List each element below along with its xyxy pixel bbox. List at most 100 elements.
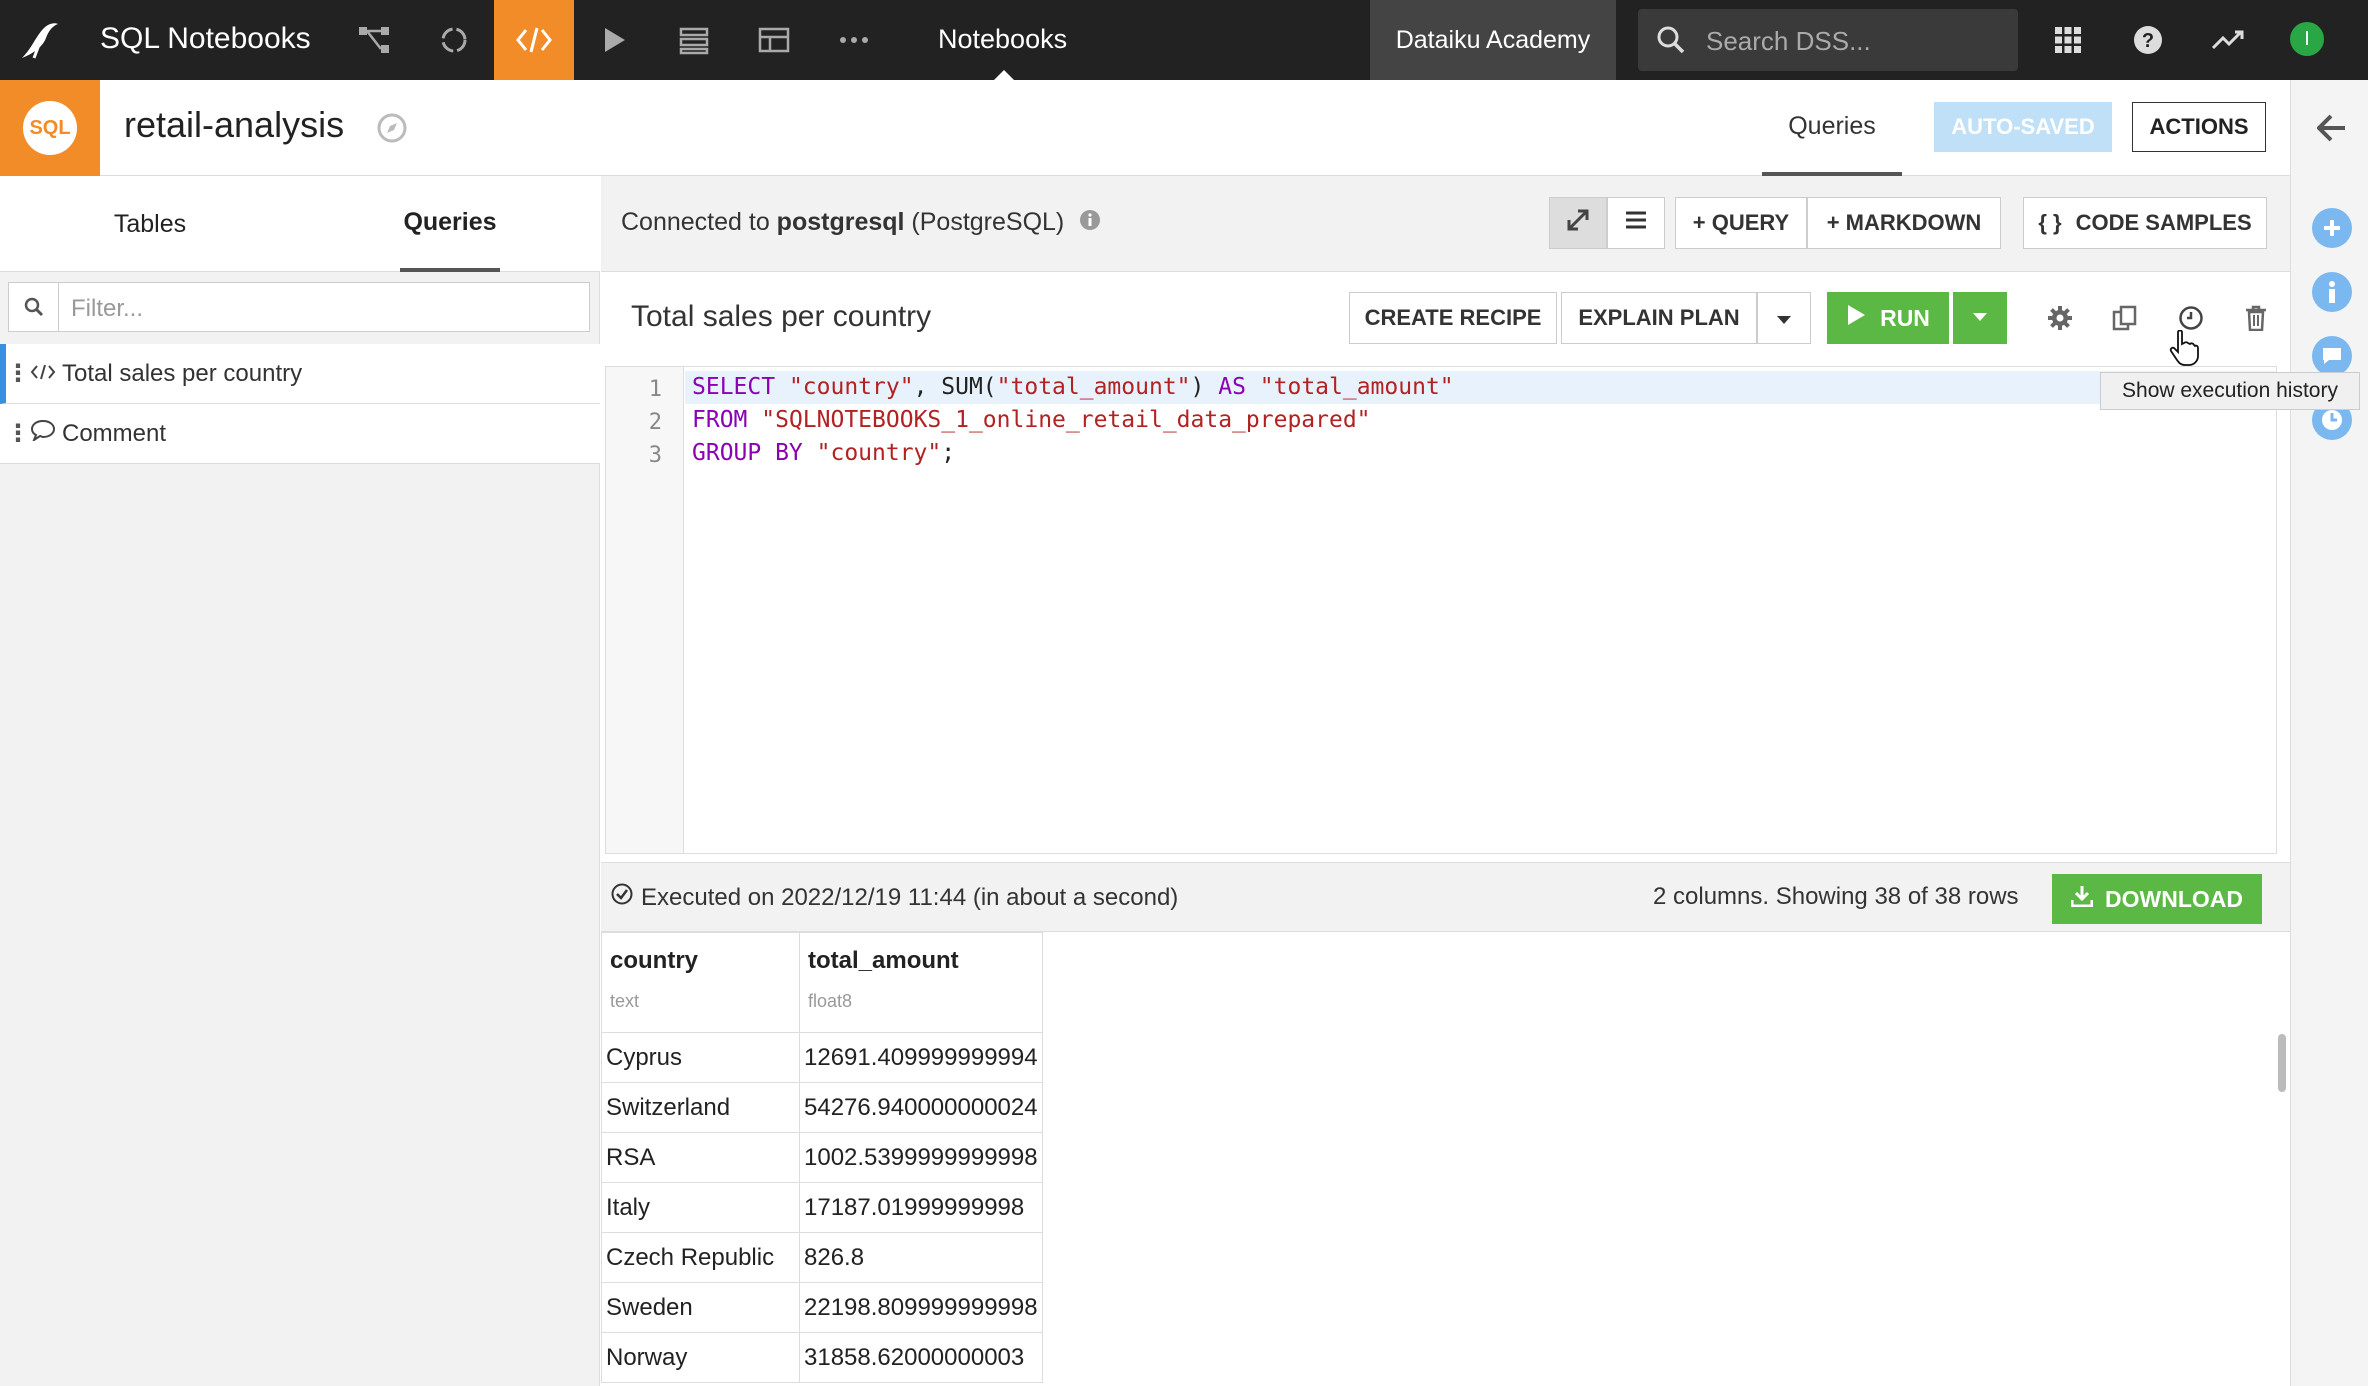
table-row: Sweden 22198.809999999998	[601, 1282, 1043, 1333]
caret-down-icon	[1972, 309, 1988, 327]
table-cell: RSA	[601, 1132, 800, 1183]
sql-code-editor[interactable]: 1 2 3 SELECT "country", SUM("total_amoun…	[605, 366, 2277, 854]
execution-history-tooltip: Show execution history	[2100, 372, 2360, 410]
column-header[interactable]: country text	[601, 932, 800, 1033]
list-view-button[interactable]	[1607, 197, 1665, 249]
academy-link[interactable]: Dataiku Academy	[1370, 0, 1616, 80]
mouse-cursor-icon	[2169, 329, 2199, 371]
help-icon[interactable]: ?	[2108, 0, 2188, 80]
connection-status: Connected to postgresql (PostgreSQL)	[621, 208, 1101, 238]
run-button[interactable]: RUN	[1827, 292, 1949, 344]
flow-icon[interactable]	[334, 0, 414, 80]
create-recipe-button[interactable]: CREATE RECIPE	[1349, 292, 1557, 344]
download-button[interactable]: DOWNLOAD	[2052, 874, 2262, 924]
line-number-gutter: 1 2 3	[606, 367, 684, 853]
duplicate-icon[interactable]	[2107, 300, 2143, 336]
notebooks-nav-label[interactable]: Notebooks	[938, 24, 1067, 55]
explain-plan-dropdown[interactable]	[1757, 292, 1811, 344]
table-cell: 17187.01999999998	[799, 1182, 1043, 1233]
column-name: total_amount	[808, 947, 959, 974]
run-dropdown[interactable]	[1953, 292, 2007, 344]
more-icon[interactable]	[814, 0, 894, 80]
deploy-icon[interactable]	[654, 0, 734, 80]
tab-queries-left[interactable]: Queries	[400, 176, 500, 272]
results-table-area: country text total_amount float8 Cyprus 126…	[601, 932, 2290, 1386]
code-line-2: FROM "SQLNOTEBOOKS_1_online_retail_data_…	[692, 407, 1371, 433]
compass-icon[interactable]	[376, 112, 408, 149]
check-circle-icon	[611, 883, 633, 912]
actions-button[interactable]: ACTIONS	[2132, 102, 2266, 152]
explain-plan-button[interactable]: EXPLAIN PLAN	[1561, 292, 1757, 344]
connection-toolbar: Connected to postgresql (PostgreSQL) + Q…	[601, 176, 2290, 272]
list-icon	[1624, 210, 1648, 236]
table-row: Switzerland 54276.940000000024	[601, 1082, 1043, 1133]
table-row: Norway 31858.62000000003	[601, 1332, 1043, 1383]
code-icon[interactable]	[494, 0, 574, 80]
add-markdown-button[interactable]: + MARKDOWN	[1807, 197, 2001, 249]
dashboard-icon[interactable]	[734, 0, 814, 80]
rows-info: 2 columns. Showing 38 of 38 rows	[1653, 883, 2019, 910]
global-search-input[interactable]: Search DSS...	[1638, 9, 2018, 71]
dataiku-logo-icon[interactable]	[18, 18, 62, 62]
column-name: country	[610, 947, 699, 974]
tab-tables[interactable]: Tables	[0, 176, 300, 272]
delete-trash-icon[interactable]	[2238, 300, 2274, 336]
info-icon[interactable]	[2312, 272, 2352, 312]
discussions-icon[interactable]	[2312, 336, 2352, 376]
recycle-icon[interactable]	[414, 0, 494, 80]
table-row: Italy 17187.01999999998	[601, 1182, 1043, 1233]
table-cell: Sweden	[601, 1282, 800, 1333]
connection-type: (PostgreSQL)	[911, 208, 1065, 236]
table-cell: Czech Republic	[601, 1232, 800, 1283]
table-row: Cyprus 12691.409999999994	[601, 1032, 1043, 1083]
column-header[interactable]: total_amount float8	[799, 932, 1043, 1033]
project-name[interactable]: SQL Notebooks	[100, 22, 311, 56]
table-cell: 31858.62000000003	[799, 1332, 1043, 1383]
add-query-button[interactable]: + QUERY	[1675, 197, 1807, 249]
table-cell: 12691.409999999994	[799, 1032, 1043, 1083]
autosaved-button[interactable]: AUTO-SAVED	[1934, 102, 2112, 152]
add-icon[interactable]	[2312, 208, 2352, 248]
code-samples-button[interactable]: { } CODE SAMPLES	[2023, 197, 2267, 249]
tab-queries[interactable]: Queries	[1762, 80, 1902, 176]
drag-handle-icon[interactable]: ⋮	[6, 359, 30, 388]
table-cell: Switzerland	[601, 1082, 800, 1133]
sql-notebook-badge: SQL	[0, 80, 100, 176]
list-item-query[interactable]: ⋮ Total sales per country	[0, 344, 600, 404]
code-icon	[30, 360, 56, 388]
notebook-title[interactable]: retail-analysis	[124, 104, 344, 146]
line-number: 3	[648, 443, 662, 468]
back-arrow-icon[interactable]	[2312, 108, 2352, 148]
active-section-indicator	[994, 70, 1014, 80]
expand-button[interactable]	[1549, 197, 1607, 249]
connection-prefix: Connected to	[621, 208, 770, 236]
info-icon[interactable]	[1079, 209, 1101, 238]
left-panel-tabs: Tables Queries	[0, 176, 600, 272]
list-item-comment[interactable]: ⋮ Comment	[0, 404, 600, 464]
result-status-bar: Executed on 2022/12/19 11:44 (in about a…	[601, 862, 2290, 932]
results-table: country text total_amount float8 Cyprus 126…	[601, 932, 1043, 1383]
trending-icon[interactable]	[2188, 0, 2268, 80]
query-title[interactable]: Total sales per country	[631, 300, 931, 334]
right-rail	[2290, 80, 2368, 1386]
query-cell: Total sales per country CREATE RECIPE EX…	[601, 272, 2290, 862]
search-icon	[9, 283, 59, 331]
settings-gear-icon[interactable]	[2042, 300, 2078, 336]
search-icon	[1656, 25, 1686, 60]
user-avatar[interactable]: I	[2290, 22, 2324, 56]
play-icon[interactable]	[574, 0, 654, 80]
apps-grid-icon[interactable]	[2028, 0, 2108, 80]
code-line-3: GROUP BY "country";	[692, 440, 956, 466]
table-cell: 54276.940000000024	[799, 1082, 1043, 1133]
filter-placeholder: Filter...	[71, 295, 144, 322]
table-cell: 22198.809999999998	[799, 1282, 1043, 1333]
braces-icon: { }	[2038, 210, 2062, 235]
download-icon	[2070, 885, 2094, 913]
filter-input[interactable]: Filter...	[8, 282, 590, 332]
results-scrollbar[interactable]	[2278, 1034, 2286, 1092]
execution-status: Executed on 2022/12/19 11:44 (in about a…	[611, 883, 1178, 912]
notebook-header: SQL retail-analysis Queries AUTO-SAVED A…	[0, 80, 2290, 176]
top-navbar: SQL Notebooks Notebooks Dataiku Academy …	[0, 0, 2368, 80]
drag-handle-icon[interactable]: ⋮	[6, 419, 30, 448]
table-row: RSA 1002.5399999999998	[601, 1132, 1043, 1183]
